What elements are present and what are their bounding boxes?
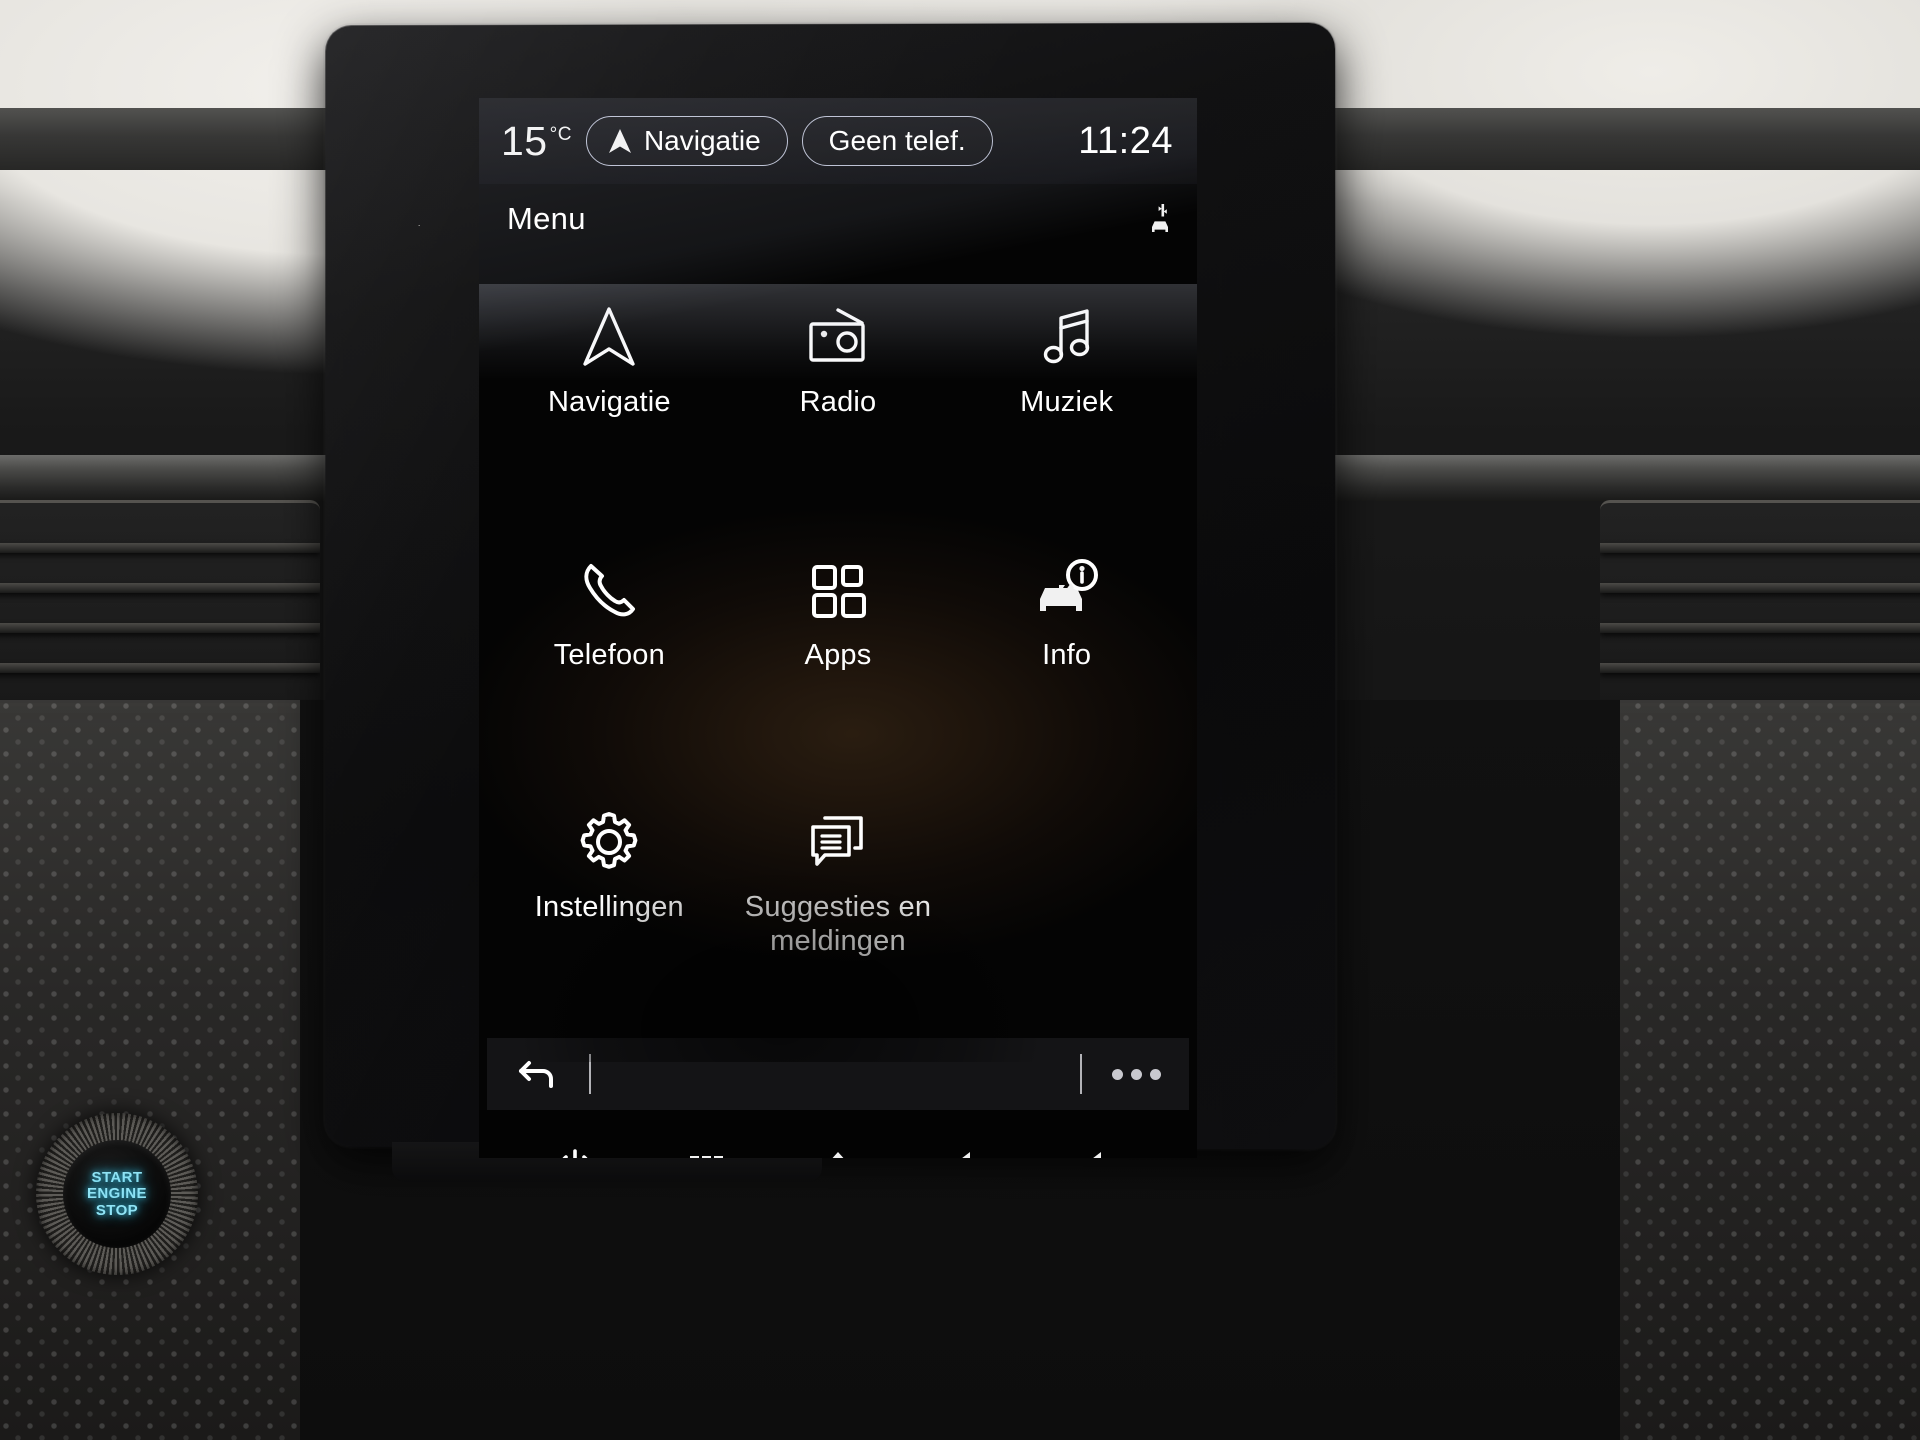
menu-tile-empty (952, 785, 1181, 1038)
menu-tile-label: Instellingen (534, 891, 684, 924)
start-engine-stop-button[interactable]: START ENGINE STOP (36, 1113, 198, 1275)
home-icon (815, 1147, 861, 1158)
infotainment-display[interactable]: 15 °C Navigatie Geen telef. 11:24 Menu N… (479, 98, 1197, 1158)
start-button-face: START ENGINE STOP (63, 1140, 171, 1248)
car-info-icon (1030, 551, 1104, 623)
menu-tile-muziek[interactable]: Muziek (952, 280, 1181, 533)
context-toolbar (487, 1038, 1189, 1110)
menu-tile-label: Apps (804, 638, 872, 671)
menu-tile-radio[interactable]: Radio (724, 280, 953, 533)
menu-tile-label: Navigatie (547, 386, 671, 418)
power-icon (553, 1146, 597, 1158)
menu-tile-navigatie[interactable]: Navigatie (495, 280, 724, 533)
temperature-unit: °C (549, 123, 572, 145)
car-antenna-icon (1145, 202, 1175, 236)
menu-tile-label: Radio (799, 386, 877, 418)
status-pill-phone[interactable]: Geen telef. (801, 116, 993, 166)
bottom-hardware-bar (479, 1110, 1197, 1158)
page-header: Menu (479, 184, 1197, 254)
music-note-icon (1035, 298, 1099, 370)
volume-up-icon (1073, 1148, 1129, 1158)
grid-menu-icon (685, 1148, 727, 1158)
more-dots-icon[interactable] (1112, 1068, 1161, 1080)
menu-grid: Navigatie Radio Muziek Telefoon Apps Inf… (479, 254, 1197, 1038)
gear-icon (576, 803, 642, 875)
back-arrow-icon[interactable] (515, 1054, 559, 1094)
status-bar: 15 °C Navigatie Geen telef. 11:24 (479, 98, 1197, 184)
start-button-line-2: ENGINE (87, 1185, 147, 1203)
volume-down-icon (942, 1148, 998, 1158)
menu-tile-instellingen[interactable]: Instellingen (495, 785, 724, 1038)
menu-tile-label: Suggesties en meldingen (744, 891, 932, 957)
toolbar-divider-right (1080, 1054, 1082, 1094)
menu-tile-info[interactable]: Info (952, 533, 1181, 786)
apps-grid-icon (807, 551, 869, 623)
page-title: Menu (507, 201, 586, 236)
phone-handset-icon (577, 551, 641, 623)
clock: 11:24 (1078, 119, 1173, 162)
menu-tile-telefoon[interactable]: Telefoon (495, 533, 724, 786)
start-button-line-1: START (91, 1168, 143, 1186)
start-button-line-3: STOP (95, 1201, 139, 1219)
power-button[interactable] (530, 1134, 620, 1158)
navigation-arrow-icon (577, 298, 641, 370)
menu-tile-label: Muziek (1020, 386, 1114, 418)
scene: START ENGINE STOP 15 °C Navigatie Geen te… (0, 0, 1920, 1440)
apps-menu-button[interactable] (661, 1134, 751, 1158)
menu-tile-apps[interactable]: Apps (724, 533, 953, 786)
volume-down-button[interactable] (925, 1134, 1015, 1158)
outside-temperature: 15 °C (501, 118, 572, 165)
navigation-arrow-icon (607, 127, 633, 155)
toolbar-divider-left (589, 1054, 591, 1094)
status-pill-phone-label: Geen telef. (828, 125, 966, 156)
volume-up-button[interactable] (1056, 1134, 1146, 1158)
menu-tile-label: Info (1042, 638, 1092, 671)
status-pill-navigation[interactable]: Navigatie (585, 116, 788, 166)
radio-icon (802, 298, 874, 370)
temperature-value: 15 (501, 117, 548, 164)
status-pill-navigation-label: Navigatie (643, 125, 761, 156)
messages-icon (803, 803, 873, 875)
home-button[interactable] (793, 1134, 883, 1158)
menu-tile-suggesties-en-meldingen[interactable]: Suggesties en meldingen (724, 785, 953, 1038)
menu-tile-label: Telefoon (553, 638, 665, 671)
